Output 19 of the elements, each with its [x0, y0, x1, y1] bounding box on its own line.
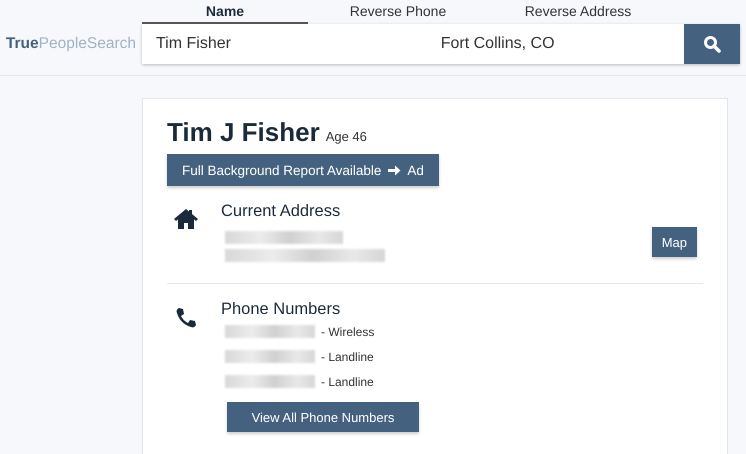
phone-type: - Landline: [321, 350, 374, 364]
phone-type: - Wireless: [321, 324, 374, 338]
search-button[interactable]: [684, 24, 740, 64]
house-icon: [173, 208, 199, 230]
view-phones-button[interactable]: View All Phone Numbers: [227, 402, 419, 432]
age-text: Age 46: [326, 129, 367, 144]
search-tab[interactable]: Reverse Phone: [308, 0, 488, 24]
arrow-icon: [387, 164, 402, 176]
location-field[interactable]: Fort Collins, CO: [416, 24, 684, 64]
search-icon: [703, 35, 722, 53]
search-tab[interactable]: Reverse Address: [488, 0, 668, 24]
map-button[interactable]: Map: [652, 227, 697, 257]
site-logo[interactable]: TruePeopleSearch: [0, 35, 142, 55]
person-name: Tim J Fisher: [167, 117, 320, 148]
background-report-button[interactable]: Full Background Report Available Ad: [167, 154, 439, 186]
section-heading: Phone Numbers: [221, 300, 342, 319]
phone-type: - Landline: [321, 374, 374, 388]
name-field[interactable]: Tim Fisher: [142, 24, 417, 64]
section-heading: Current Address: [221, 202, 342, 221]
